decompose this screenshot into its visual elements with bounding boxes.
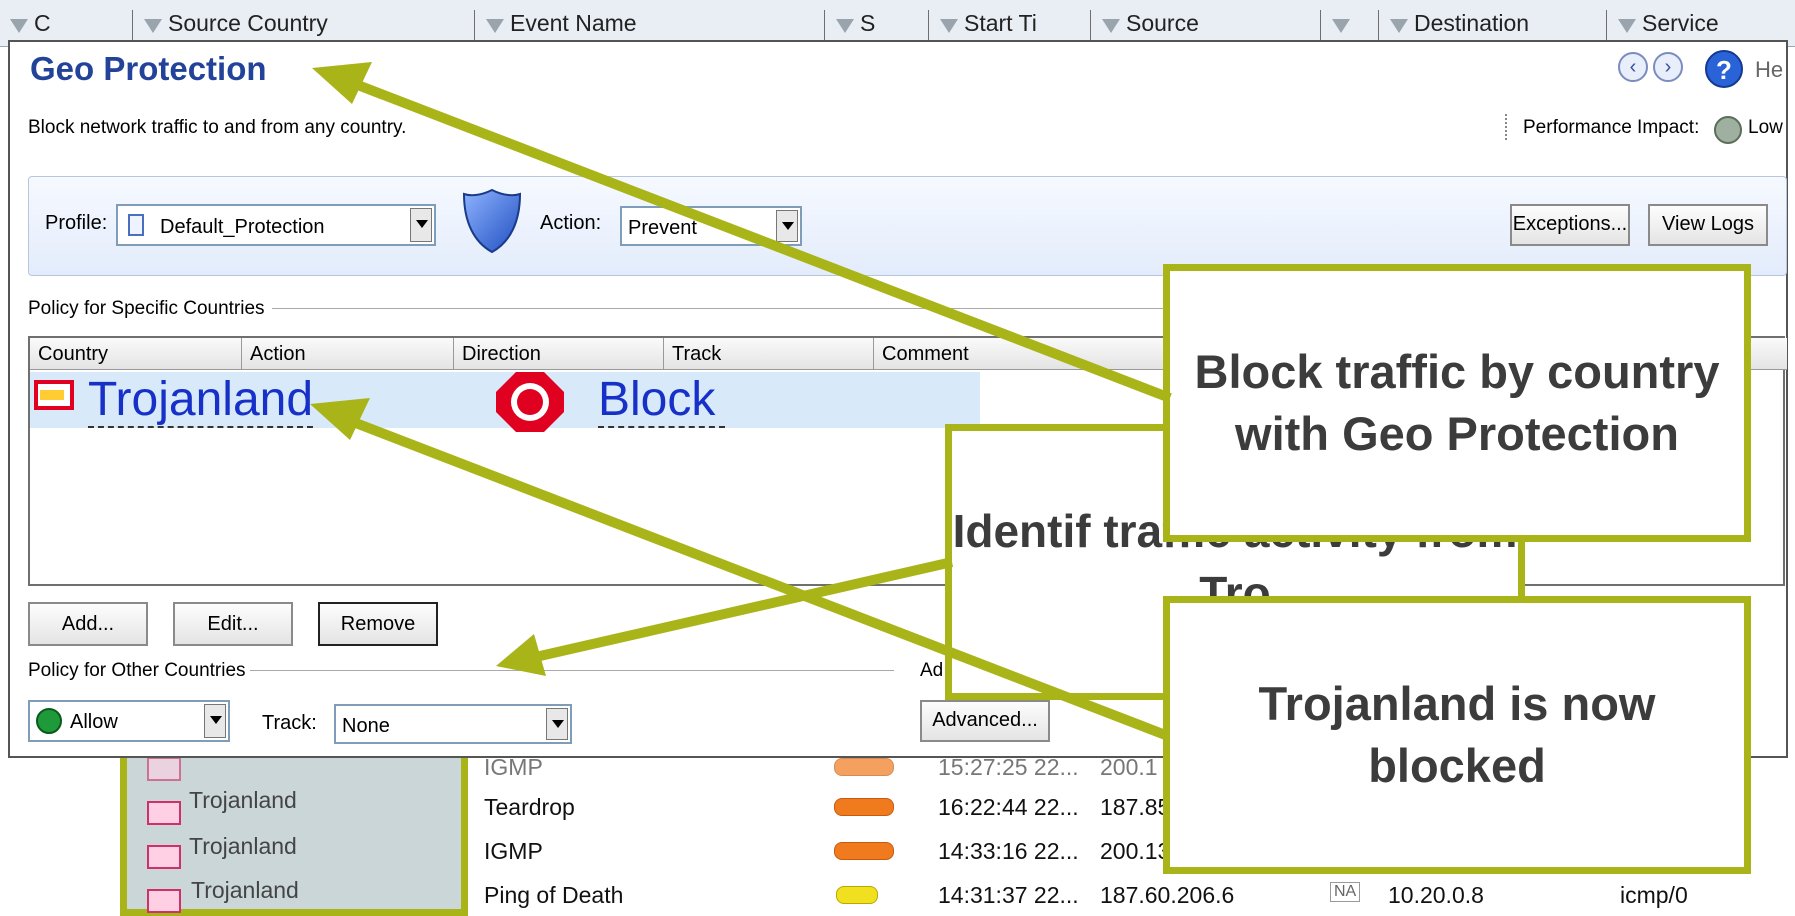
- description: Block network traffic to and from any co…: [28, 117, 407, 138]
- severity-indicator: [834, 798, 894, 816]
- section-title-advanced: Ad: [920, 660, 944, 681]
- performance-label: Performance Impact:: [1523, 117, 1700, 138]
- page-title: Geo Protection: [30, 50, 267, 87]
- grid-header-track[interactable]: Track: [664, 338, 874, 370]
- callout-blocked: Trojanland is now blocked: [1163, 596, 1751, 874]
- severity-indicator: [834, 758, 894, 776]
- grid-header-direction[interactable]: Direction: [454, 338, 664, 370]
- severity-indicator: [836, 886, 878, 904]
- help-link[interactable]: He: [1755, 57, 1783, 83]
- source-country-cell: Trojanland: [191, 877, 299, 903]
- divider: [272, 308, 1172, 309]
- filter-icon[interactable]: [1332, 19, 1350, 33]
- chevron-down-icon[interactable]: [410, 208, 432, 242]
- grid-action-cell: Block: [598, 374, 726, 428]
- filter-icon[interactable]: [1618, 19, 1636, 33]
- performance-value: Low: [1748, 117, 1783, 138]
- add-button[interactable]: Add...: [28, 602, 148, 646]
- col-source[interactable]: Source: [1092, 10, 1321, 44]
- country-flag-icon: [147, 757, 181, 781]
- chevron-down-icon[interactable]: [546, 708, 568, 740]
- filter-icon[interactable]: [1102, 19, 1120, 33]
- grid-country-cell: Trojanland: [88, 373, 314, 428]
- country-flag-icon: [147, 845, 181, 869]
- highlighted-country-rows: Trojanland Trojanland Trojanland: [120, 746, 468, 916]
- exceptions-button[interactable]: Exceptions...: [1510, 204, 1630, 246]
- shield-icon: [462, 188, 522, 254]
- allow-icon: [36, 708, 62, 734]
- action-select[interactable]: Prevent: [620, 206, 802, 246]
- col-destination[interactable]: Destination: [1380, 10, 1607, 44]
- na-badge: NA: [1330, 882, 1361, 902]
- filter-icon[interactable]: [1390, 19, 1408, 33]
- track-select[interactable]: None: [334, 704, 572, 744]
- edit-button[interactable]: Edit...: [173, 602, 293, 646]
- col-source-country[interactable]: Source Country: [134, 10, 475, 44]
- col-severity[interactable]: S: [826, 10, 929, 44]
- filter-icon[interactable]: [836, 19, 854, 33]
- help-icon[interactable]: ?: [1705, 50, 1743, 88]
- back-icon[interactable]: ‹: [1618, 52, 1648, 82]
- chevron-down-icon[interactable]: [776, 210, 798, 242]
- divider: [1505, 114, 1507, 140]
- gauge-icon: [1714, 116, 1742, 144]
- col-event-name[interactable]: Event Name: [476, 10, 825, 44]
- section-title-other: Policy for Other Countries: [28, 660, 246, 681]
- grid-header-action[interactable]: Action: [242, 338, 454, 370]
- profile-select[interactable]: Default_Protection: [116, 204, 436, 246]
- document-icon: [128, 214, 144, 236]
- divider: [250, 670, 894, 671]
- country-flag-icon: [147, 801, 181, 825]
- other-action-select[interactable]: Allow: [28, 700, 230, 742]
- col-service[interactable]: Service: [1608, 10, 1795, 44]
- advanced-button[interactable]: Advanced...: [920, 700, 1050, 742]
- col-start-time[interactable]: Start Ti: [930, 10, 1091, 44]
- track-label: Track:: [262, 712, 317, 734]
- source-country-cell: Trojanland: [189, 833, 297, 859]
- col-na[interactable]: [1322, 10, 1379, 44]
- filter-icon[interactable]: [144, 19, 162, 33]
- grid-header-country[interactable]: Country: [30, 338, 242, 370]
- view-logs-button[interactable]: View Logs: [1648, 204, 1768, 246]
- chevron-down-icon[interactable]: [204, 704, 226, 738]
- callout-geo-protection: Block traffic by country with Geo Protec…: [1163, 264, 1751, 542]
- filter-icon[interactable]: [486, 19, 504, 33]
- country-flag-icon: [34, 380, 74, 410]
- remove-button[interactable]: Remove: [318, 602, 438, 646]
- filter-icon[interactable]: [10, 19, 28, 33]
- filter-icon[interactable]: [940, 19, 958, 33]
- profile-label: Profile:: [45, 212, 108, 234]
- action-label: Action:: [540, 212, 602, 234]
- severity-indicator: [834, 842, 894, 860]
- source-country-cell: Trojanland: [189, 787, 297, 813]
- block-icon: [496, 372, 564, 432]
- forward-icon[interactable]: ›: [1653, 52, 1683, 82]
- country-flag-icon: [147, 889, 181, 913]
- section-title-specific: Policy for Specific Countries: [28, 298, 265, 319]
- col-c[interactable]: C: [0, 10, 133, 44]
